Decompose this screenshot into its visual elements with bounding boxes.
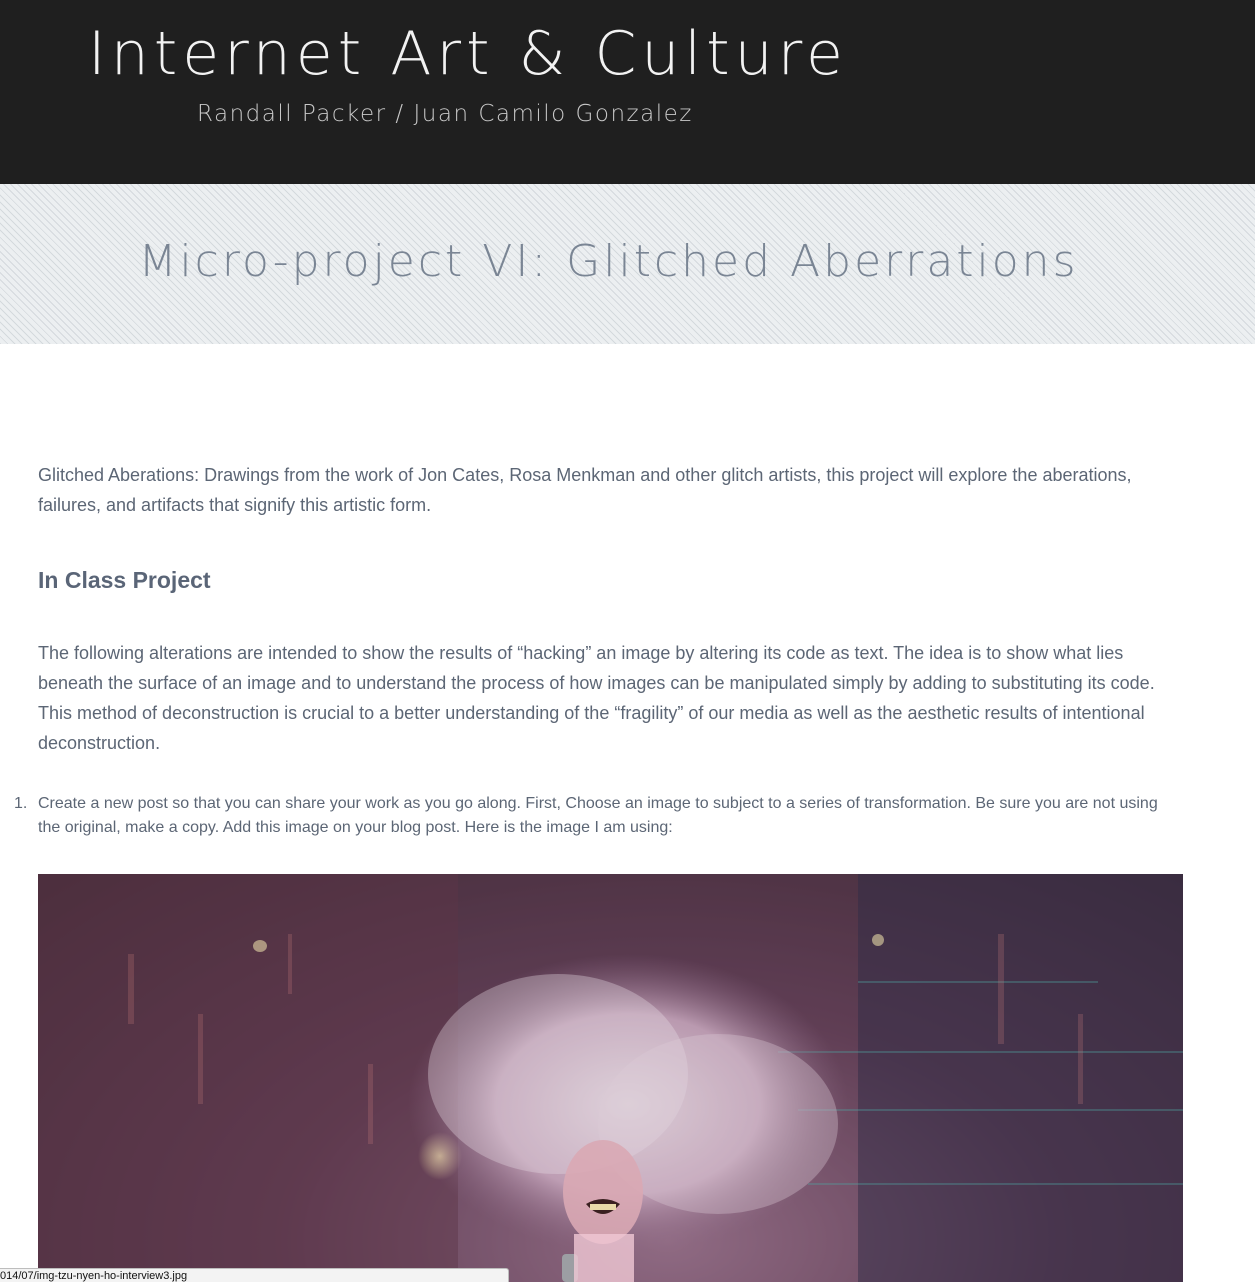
site-subtitle: Randall Packer / Juan Camilo Gonzalez [197,101,693,127]
site-header: Internet Art & Culture Randall Packer / … [0,0,1255,184]
page-title: Micro-project VI: Glitched Aberrations [138,236,1079,287]
site-title[interactable]: Internet Art & Culture [88,14,848,94]
steps-list: 1. Create a new post so that you can sha… [14,792,1158,840]
list-item-text: Create a new post so that you can share … [38,795,1158,836]
list-item: 1. Create a new post so that you can sha… [14,792,1158,840]
title-banner: Micro-project VI: Glitched Aberrations [0,184,1255,344]
performer-photo-illustration [38,874,1183,1282]
intro-paragraph: Glitched Aberations: Drawings from the w… [38,465,1132,515]
body-paragraph: The following alterations are intended t… [38,643,1155,753]
list-item-number: 1. [14,795,28,812]
post-content: Glitched Aberations: Drawings from the w… [14,460,1183,836]
status-bar-url: 014/07/img-tzu-nyen-ho-interview3.jpg [0,1268,509,1282]
post-image[interactable] [38,874,1183,1282]
section-heading: In Class Project [38,567,211,593]
